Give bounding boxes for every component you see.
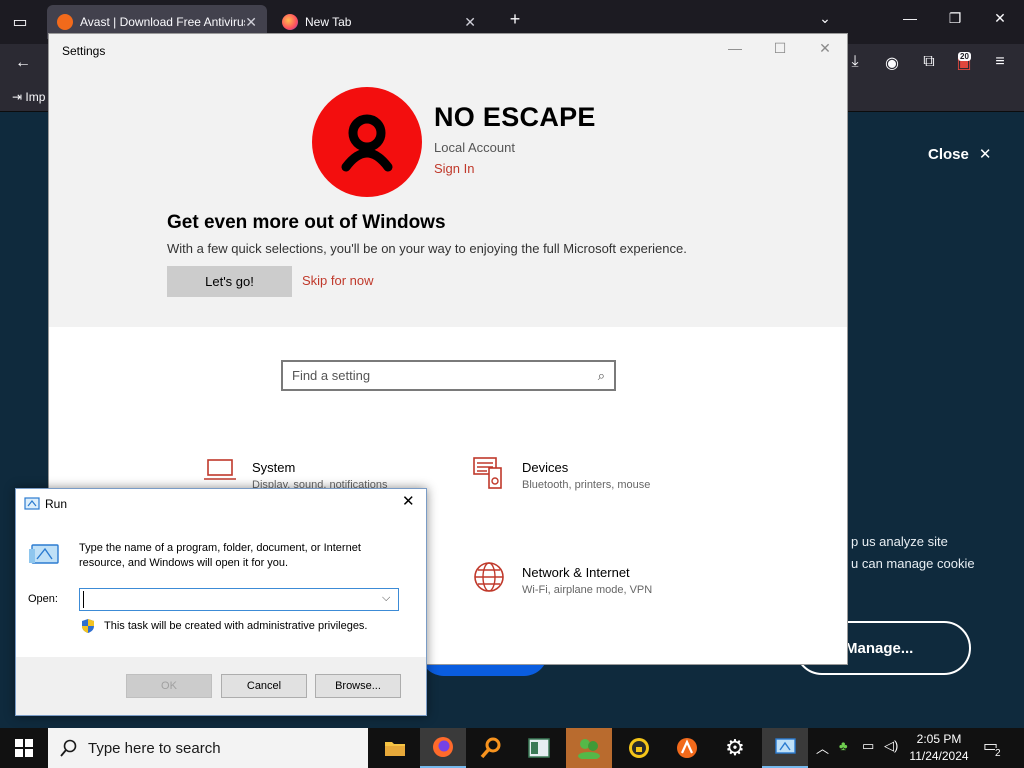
category-name: Network & Internet [522,565,630,580]
folder-icon [385,742,405,756]
close-window-button[interactable]: ✕ [990,10,1010,27]
run-dialog: Run ✕ Type the name of a program, folder… [15,488,427,716]
taskbar-search-box[interactable]: Type here to search [48,728,368,768]
open-input[interactable] [83,591,373,608]
user-avatar [312,87,422,197]
close-tab-icon[interactable]: ✕ [245,14,257,31]
open-label: Open: [28,593,58,605]
close-tab-icon[interactable]: ✕ [464,14,476,31]
chevron-down-icon[interactable]: ⌵ [382,592,390,605]
category-desc: Bluetooth, printers, mouse [522,479,651,491]
taskbar-search-app[interactable] [468,728,514,768]
taskbar-spreadsheet-app[interactable] [516,728,562,768]
cookie-text-line-2: u can manage cookie [851,556,975,571]
gear-icon: ⚙ [725,735,745,760]
ok-button[interactable]: OK [126,674,212,698]
import-icon: ⇥ [12,90,23,104]
taskbar-clock[interactable]: 2:05 PM 11/24/2024 [904,731,974,765]
run-description: Type the name of a program, folder, docu… [79,542,361,569]
category-name: System [252,460,296,475]
magnifier-app-icon [480,737,501,759]
search-icon [60,739,77,757]
run-dialog-title: Run [45,497,68,511]
run-window-icon [29,544,59,564]
network-icon[interactable]: ▭ [862,738,874,754]
taskbar-users-app[interactable] [566,728,612,768]
taskbar-vpn-app[interactable] [616,728,662,768]
start-button[interactable] [0,728,48,768]
run-close-button[interactable]: ✕ [402,492,415,510]
taskbar-file-explorer[interactable] [372,728,418,768]
spreadsheet-icon [528,738,550,758]
taskbar-firefox[interactable] [420,728,466,768]
search-icon: ⌕ [597,367,605,383]
run-app-icon [24,497,40,510]
new-tab-button[interactable]: + [505,9,525,30]
menu-hamburger-icon[interactable]: ≡ [988,53,1012,71]
restore-button[interactable]: ❐ [945,10,965,27]
account-icon[interactable]: ◉ [880,53,904,73]
list-tabs-chevron-icon[interactable]: ⌄ [815,10,835,27]
lets-go-button[interactable]: Let's go! [167,266,292,297]
tray-users-icon[interactable]: ♣ [839,738,848,753]
avast-icon [677,738,697,758]
firefox-icon [433,737,453,757]
tab-title: Avast | Download Free Antivirus [80,15,245,29]
promo-title: Get even more out of Windows [167,212,446,233]
globe-icon [474,562,504,592]
tab-title: New Tab [305,15,352,29]
lock-shield-icon [629,738,649,758]
close-label: Close [928,145,969,163]
devices-keyboard-speaker-icon [473,457,502,489]
category-desc: Wi-Fi, airplane mode, VPN [522,584,653,596]
firefox-favicon-icon [282,14,298,30]
clock-time: 2:05 PM [916,732,962,746]
admin-privileges-note: This task will be created with administr… [104,620,368,632]
settings-minimize-button[interactable]: — [725,40,745,56]
minimize-button[interactable]: — [900,10,920,26]
notification-count: 2 [995,748,1001,759]
volume-icon[interactable]: ◁) [884,738,898,754]
user-avatar-icon [341,114,393,172]
cancel-button[interactable]: Cancel [221,674,307,698]
laptop-icon [204,459,236,480]
extension-badge: 20 [958,52,971,61]
skip-for-now-link[interactable]: Skip for now [302,273,374,288]
import-bookmarks-link[interactable]: ⇥ Imp [12,90,45,104]
taskbar-run[interactable] [762,728,808,768]
settings-close-button[interactable]: ✕ [815,40,835,57]
taskbar-search-placeholder: Type here to search [88,739,221,757]
close-icon: ✕ [978,146,992,163]
cookie-text-line-1: p us analyze site [851,534,948,549]
extensions-puzzle-icon[interactable]: ⧉ [917,53,941,71]
back-arrow-icon[interactable]: ← [11,54,35,72]
settings-maximize-button[interactable]: ☐ [770,40,790,57]
user-name: NO ESCAPE [434,102,596,132]
settings-window-title: Settings [62,44,106,58]
cookie-close-button[interactable]: Close ✕ [928,145,992,164]
find-setting-input[interactable] [292,368,598,383]
run-app-icon [775,738,796,754]
run-footer: OK Cancel Browse... [16,657,426,715]
uac-shield-icon [82,619,94,633]
category-name: Devices [522,460,569,475]
clock-date: 11/24/2024 [909,749,969,763]
tray-chevron-up-icon[interactable]: ︿ [816,738,829,757]
browse-button[interactable]: Browse... [315,674,401,698]
taskbar-avast[interactable] [664,728,710,768]
promo-text: With a few quick selections, you'll be o… [167,241,687,256]
avast-favicon-icon [57,14,73,30]
users-group-icon [578,739,600,759]
windows-logo-icon [15,739,33,757]
account-type: Local Account [434,140,515,155]
taskbar: Type here to search ⚙ ︿ ♣ ▭ ◁) 2:05 PM 1… [0,728,1024,768]
sign-in-link[interactable]: Sign In [434,161,474,176]
tab-overview-icon[interactable]: ▭ [8,12,32,32]
find-setting-box[interactable]: ⌕ [281,360,616,391]
taskbar-settings[interactable]: ⚙ [712,728,758,768]
import-bookmarks-label: Imp [25,90,46,104]
open-combobox[interactable]: ⌵ [79,588,399,611]
